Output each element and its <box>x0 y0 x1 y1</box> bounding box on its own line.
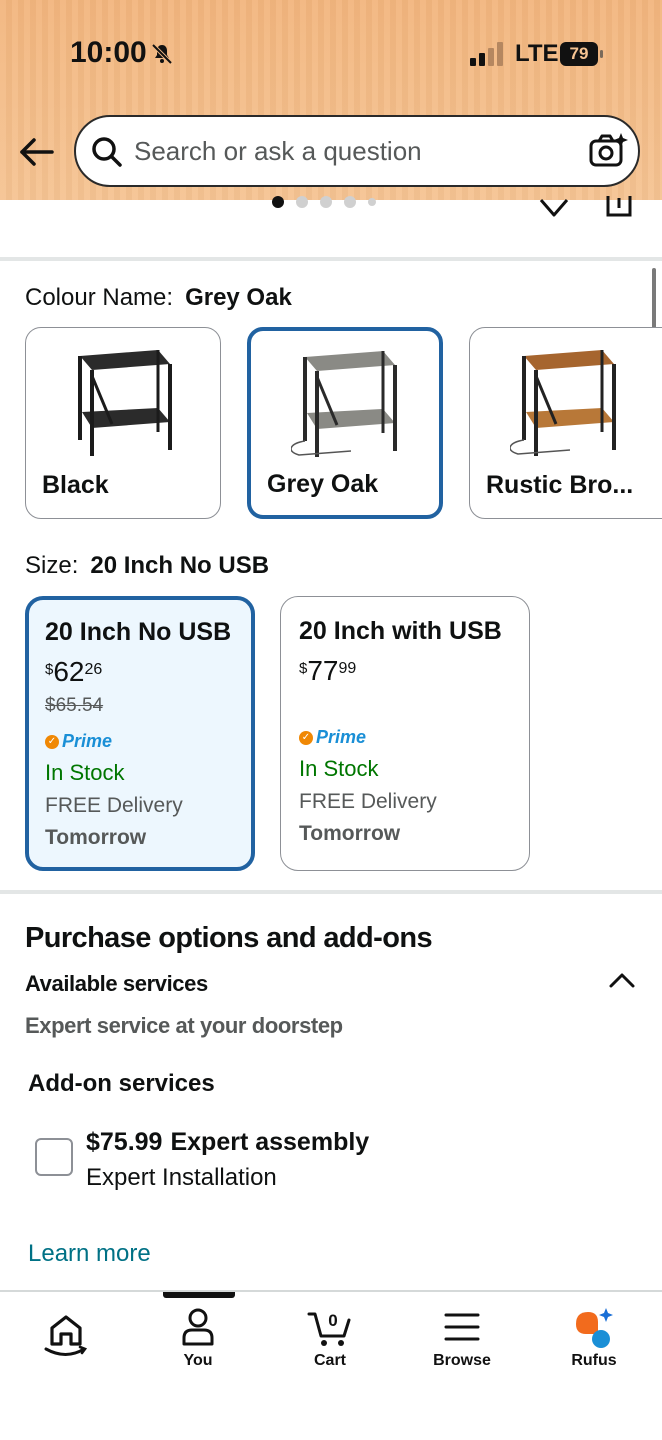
price: $ 62 26 <box>45 657 251 687</box>
search-input[interactable] <box>134 127 574 175</box>
was-price: $65.54 <box>45 695 104 716</box>
back-arrow-icon[interactable] <box>18 132 58 172</box>
product-thumbnail <box>510 350 616 456</box>
price-fraction: 99 <box>338 660 357 677</box>
available-services-title[interactable]: Available services <box>25 971 208 997</box>
heart-icon[interactable] <box>538 198 570 218</box>
addon-services-title: Add-on services <box>28 1070 215 1097</box>
active-tab-indicator <box>163 1292 235 1298</box>
carousel-dots[interactable] <box>272 196 376 208</box>
network-type: LTE <box>515 40 559 67</box>
bell-off-icon <box>151 43 173 65</box>
colour-option-label: Rustic Bro... <box>486 471 634 499</box>
nav-rufus[interactable]: Rufus <box>544 1306 644 1370</box>
status-time: 10:00 <box>70 36 147 69</box>
colour-option-grey-oak[interactable]: Grey Oak <box>247 327 443 519</box>
nav-you[interactable]: You <box>148 1306 248 1370</box>
signal-icon <box>470 42 503 66</box>
section-divider <box>0 890 662 894</box>
nav-cart[interactable]: 0 Cart <box>280 1306 380 1370</box>
size-label: Size: 20 Inch No USB <box>25 552 269 580</box>
expert-assembly-checkbox[interactable] <box>35 1138 73 1176</box>
prime-label: Prime <box>62 731 113 751</box>
carousel-dot[interactable] <box>344 196 356 208</box>
price-fraction: 26 <box>84 661 103 678</box>
size-option-title: 20 Inch with USB <box>299 617 502 645</box>
learn-more-link[interactable]: Learn more <box>28 1240 151 1268</box>
price-whole: 62 <box>53 656 85 687</box>
size-option-20-inch-no-usb[interactable]: 20 Inch No USB $ 62 26 $65.54 ✓ Prime In… <box>25 596 255 871</box>
colour-option-black[interactable]: Black <box>25 327 221 519</box>
prime-label: Prime <box>316 727 367 747</box>
menu-icon <box>444 1313 480 1341</box>
product-thumbnail <box>291 351 397 457</box>
app-header: 10:00 LTE 79 <box>0 0 662 200</box>
selected-size: 20 Inch No USB <box>90 552 270 579</box>
available-services-subtitle: Expert service at your doorstep <box>25 1013 343 1038</box>
stock-status: In Stock <box>45 760 125 785</box>
home-icon <box>44 1315 88 1356</box>
nav-label: You <box>183 1352 213 1369</box>
colour-option-label: Black <box>42 471 109 499</box>
battery-indicator: 79 <box>560 42 606 66</box>
search-icon <box>92 137 122 167</box>
chevron-up-icon[interactable] <box>608 970 636 990</box>
section-divider <box>0 257 662 261</box>
colour-option-rustic-brown[interactable]: Rustic Bro... <box>469 327 662 519</box>
battery-level: 79 <box>569 44 589 63</box>
camera-search-icon[interactable] <box>588 131 628 171</box>
stock-status: In Stock <box>299 756 379 781</box>
colour-label: Colour Name: Grey Oak <box>25 284 292 312</box>
delivery-day: Tomorrow <box>45 826 147 849</box>
carousel-dot[interactable] <box>368 198 376 206</box>
size-option-title: 20 Inch No USB <box>45 618 232 646</box>
rufus-icon <box>576 1308 613 1348</box>
delivery-day: Tomorrow <box>299 822 401 845</box>
nav-browse[interactable]: Browse <box>412 1306 512 1370</box>
nav-label: Rufus <box>571 1352 617 1369</box>
colour-option-label: Grey Oak <box>267 470 379 498</box>
prime-badge: ✓ Prime <box>45 731 251 752</box>
price: $ 77 99 <box>299 656 529 686</box>
delivery-text: FREE Delivery <box>45 794 183 817</box>
price-symbol: $ <box>299 660 308 677</box>
user-icon <box>182 1308 214 1346</box>
share-icon[interactable] <box>604 196 634 218</box>
addon-price: $75.99 <box>86 1128 163 1156</box>
size-label-text: Size: <box>25 552 79 579</box>
addon-option: $75.99 Expert assembly <box>86 1128 369 1157</box>
scrollbar[interactable] <box>652 268 656 332</box>
prime-check-icon: ✓ <box>299 730 313 745</box>
nav-label: Browse <box>433 1352 491 1369</box>
prime-badge: ✓ Prime <box>299 727 529 748</box>
price-whole: 77 <box>307 655 339 686</box>
nav-label: Cart <box>313 1352 346 1369</box>
colour-label-text: Colour Name: <box>25 284 174 311</box>
search-bar[interactable] <box>74 115 640 187</box>
price-symbol: $ <box>45 661 54 678</box>
addon-name: Expert assembly <box>170 1128 370 1156</box>
size-option-20-inch-with-usb[interactable]: 20 Inch with USB $ 77 99 ✓ Prime In Stoc… <box>280 596 530 871</box>
nav-home[interactable] <box>16 1306 116 1366</box>
product-thumbnail <box>78 350 172 456</box>
purchase-options-title: Purchase options and add-ons <box>25 922 433 954</box>
prime-check-icon: ✓ <box>45 734 59 749</box>
selected-colour: Grey Oak <box>185 284 292 311</box>
carousel-dot[interactable] <box>320 196 332 208</box>
addon-description: Expert Installation <box>86 1164 277 1191</box>
delivery-text: FREE Delivery <box>299 790 437 813</box>
carousel-dot[interactable] <box>272 196 284 208</box>
carousel-dot[interactable] <box>296 196 308 208</box>
cart-count: 0 <box>328 1311 337 1330</box>
cart-icon: 0 <box>307 1311 351 1346</box>
